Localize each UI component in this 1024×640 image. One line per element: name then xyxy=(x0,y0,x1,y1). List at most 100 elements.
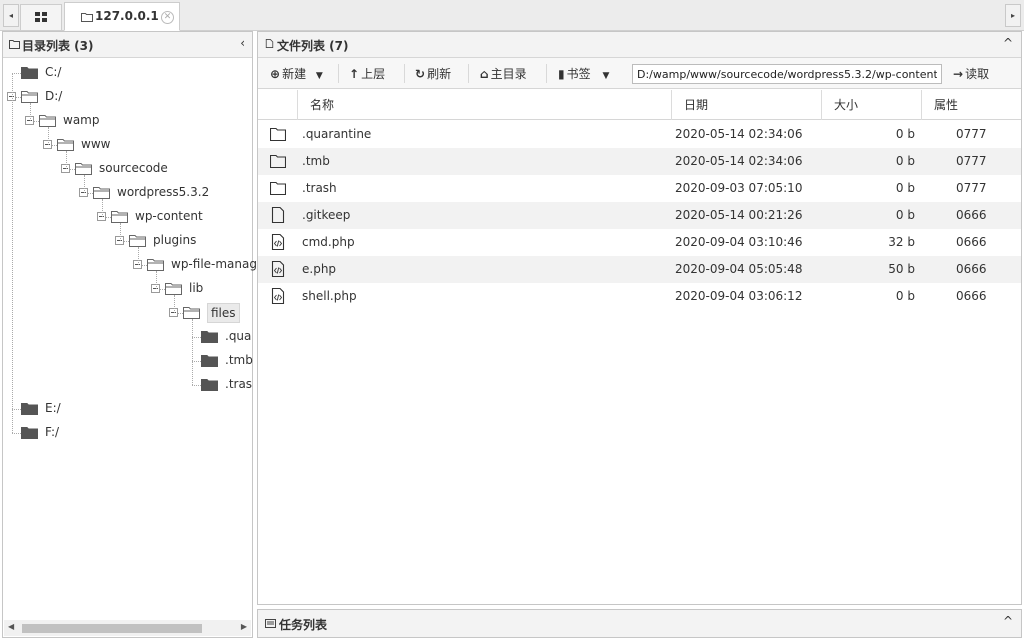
file-date: 2020-09-04 03:06:12 xyxy=(675,289,803,303)
arrow-up-icon: ↑ xyxy=(349,67,360,81)
tree-item[interactable]: C:/ xyxy=(3,62,251,84)
read-button[interactable]: → 读取 xyxy=(953,65,989,82)
tree-item[interactable]: D:/ xyxy=(3,86,251,108)
tree-item[interactable]: wp-content xyxy=(3,206,251,228)
directory-panel-title: 目录列表 (3) xyxy=(22,39,94,53)
tree-item[interactable]: F:/ xyxy=(3,422,251,444)
home-label: 主目录 xyxy=(490,67,527,81)
chevron-down-icon: ▼ xyxy=(315,71,323,81)
tree-item-label: www xyxy=(81,137,111,151)
folder-open-icon xyxy=(39,115,56,127)
column-attr[interactable]: 属性 xyxy=(921,90,1021,120)
tree-guide-line xyxy=(156,271,157,289)
tab-host[interactable]: 127.0.0.1 ✕ xyxy=(64,2,180,31)
tab-home[interactable] xyxy=(20,4,62,30)
up-button[interactable]: ↑ 上层 xyxy=(349,65,385,82)
folder-icon xyxy=(270,154,286,169)
file-panel-header: 文件列表 (7) ^ xyxy=(258,32,1021,58)
file-row[interactable]: shell.php 2020-09-04 03:06:12 0 b 0666 xyxy=(258,283,1021,310)
task-panel-title: 任务列表 xyxy=(279,618,328,632)
tree-guide-line xyxy=(12,73,13,433)
scroll-left-arrow-icon[interactable]: ◀ xyxy=(8,622,14,631)
expand-up-icon[interactable]: ^ xyxy=(1003,614,1013,628)
file-date: 2020-05-14 02:34:06 xyxy=(675,127,803,141)
file-name: e.php xyxy=(302,262,337,276)
file-name: .gitkeep xyxy=(302,208,351,222)
file-date: 2020-05-14 02:34:06 xyxy=(675,154,803,168)
path-input[interactable] xyxy=(632,64,942,84)
tree-item[interactable]: .tmb xyxy=(3,350,253,372)
tree-item[interactable]: E:/ xyxy=(3,398,251,420)
file-attr: 0666 xyxy=(956,208,987,222)
up-label: 上层 xyxy=(361,67,386,81)
folder-open-icon xyxy=(165,283,182,295)
column-size[interactable]: 大小 xyxy=(821,90,921,120)
file-row[interactable]: e.php 2020-09-04 05:05:48 50 b 0666 xyxy=(258,256,1021,283)
chevron-down-icon: ▼ xyxy=(602,71,610,81)
horizontal-scrollbar[interactable]: ◀ ▶ xyxy=(4,620,251,636)
folder-open-icon xyxy=(147,259,164,271)
new-label: 新建 xyxy=(282,67,307,81)
bookmark-icon: ▮ xyxy=(558,67,565,81)
file-toolbar: ⊕新建 ▼ ↑上层 ↻刷新 ⌂主目录 ▮书签 ▼ →读取 xyxy=(258,58,1021,89)
tree-item[interactable]: wp-file-manag xyxy=(3,254,257,276)
tab-label: 127.0.0.1 xyxy=(95,9,159,23)
folder-open-icon xyxy=(93,187,110,199)
bookmark-label: 书签 xyxy=(566,67,591,81)
tree-item-label: wamp xyxy=(63,113,100,127)
refresh-label: 刷新 xyxy=(427,67,452,81)
scroll-right-arrow-icon[interactable]: ▶ xyxy=(241,622,247,631)
file-size: 0 b xyxy=(895,208,915,222)
tree-item[interactable]: files xyxy=(3,302,251,324)
tree-item[interactable]: wordpress5.3.2 xyxy=(3,182,251,204)
file-size: 0 b xyxy=(895,154,915,168)
column-name[interactable]: 名称 xyxy=(297,90,671,120)
tree-item[interactable]: .qua xyxy=(3,326,251,348)
tree-item[interactable]: sourcecode xyxy=(3,158,251,180)
task-panel: 任务列表 ^ xyxy=(257,609,1022,638)
arrow-right-icon: → xyxy=(953,67,964,81)
bookmark-button[interactable]: ▮ 书签 ▼ xyxy=(558,65,609,82)
tree-guide-line xyxy=(138,247,139,265)
tab-scroll-right-button[interactable]: ▸ xyxy=(1005,4,1021,27)
file-panel-title: 文件列表 (7) xyxy=(277,39,349,53)
folder-closed-icon xyxy=(201,379,218,391)
tree-item[interactable]: wamp xyxy=(3,110,251,132)
folder-open-icon xyxy=(111,211,128,223)
new-button[interactable]: ⊕ 新建 ▼ xyxy=(270,65,323,82)
file-table-header: 名称 日期 大小 属性 xyxy=(258,90,1021,120)
file-attr: 0666 xyxy=(956,289,987,303)
tree-item-label: E:/ xyxy=(45,401,61,415)
close-icon[interactable]: ✕ xyxy=(161,11,174,24)
tree-item-label: wp-file-manag xyxy=(171,257,257,271)
tab-scroll-left-button[interactable]: ◂ xyxy=(3,4,19,27)
read-label: 读取 xyxy=(965,67,990,81)
refresh-button[interactable]: ↻ 刷新 xyxy=(415,65,451,82)
file-row[interactable]: .gitkeep 2020-05-14 00:21:26 0 b 0666 xyxy=(258,202,1021,229)
tree-guide-line xyxy=(192,319,193,385)
folder-closed-icon xyxy=(21,403,38,415)
tree-item[interactable]: plugins xyxy=(3,230,251,252)
collapse-up-icon[interactable]: ^ xyxy=(1003,36,1013,50)
tree-item[interactable]: www xyxy=(3,134,251,156)
tree-item[interactable]: .tras xyxy=(3,374,252,396)
folder-open-icon xyxy=(75,163,92,175)
file-row[interactable]: cmd.php 2020-09-04 03:10:46 32 b 0666 xyxy=(258,229,1021,256)
file-row[interactable]: .trash 2020-09-03 07:05:10 0 b 0777 xyxy=(258,175,1021,202)
file-icon xyxy=(271,207,285,223)
tree-guide-line xyxy=(66,151,67,169)
collapse-left-icon[interactable]: ‹ xyxy=(240,36,245,50)
home-button[interactable]: ⌂ 主目录 xyxy=(480,65,527,82)
column-date[interactable]: 日期 xyxy=(671,90,821,120)
tree-item[interactable]: lib xyxy=(3,278,251,300)
scrollbar-thumb[interactable] xyxy=(22,624,202,633)
file-date: 2020-09-03 07:05:10 xyxy=(675,181,803,195)
file-attr: 0666 xyxy=(956,262,987,276)
file-row[interactable]: .quarantine 2020-05-14 02:34:06 0 b 0777 xyxy=(258,121,1021,148)
folder-open-icon xyxy=(57,139,74,151)
tree-item-label: .qua xyxy=(225,329,252,343)
file-row[interactable]: .tmb 2020-05-14 02:34:06 0 b 0777 xyxy=(258,148,1021,175)
file-date: 2020-09-04 03:10:46 xyxy=(675,235,803,249)
tree-guide-line xyxy=(48,127,49,145)
tree-guide-line xyxy=(84,175,85,193)
